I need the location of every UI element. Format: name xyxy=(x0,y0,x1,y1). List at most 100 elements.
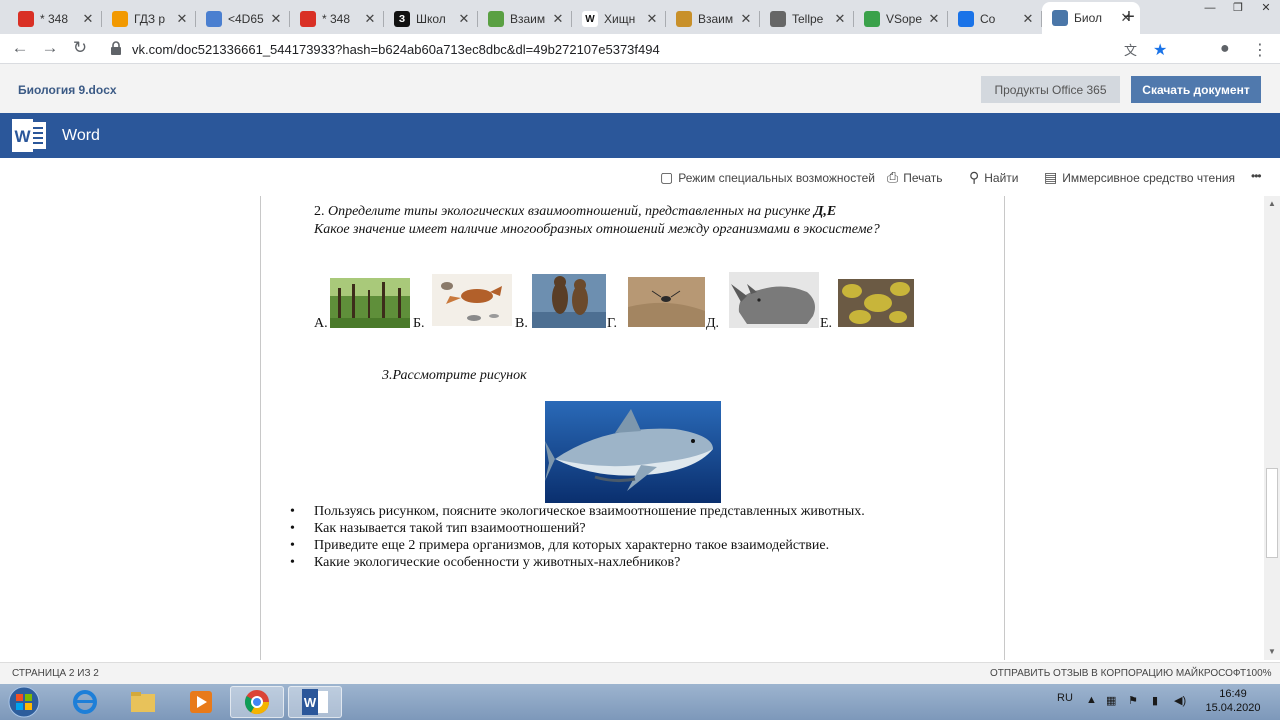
image-label-d: Д. xyxy=(706,316,720,331)
tab-favicon-icon: W xyxy=(582,11,598,27)
tab-title: * 348 xyxy=(322,12,351,26)
forward-arrow-icon[interactable]: → xyxy=(40,38,60,58)
volume-icon[interactable]: ◀) xyxy=(1174,694,1186,707)
tab-close-icon[interactable]: ✕ xyxy=(80,11,96,27)
file-explorer-taskbar-icon[interactable] xyxy=(116,686,170,718)
fox-and-birds-image xyxy=(432,274,512,326)
tab-close-icon[interactable]: ✕ xyxy=(1020,11,1036,27)
profile-icon[interactable]: ● xyxy=(1220,40,1230,58)
window-controls: — ❐ ✕ xyxy=(1196,0,1280,18)
tab-close-icon[interactable]: ✕ xyxy=(550,11,566,27)
browser-tab[interactable]: Взаим ✕ xyxy=(478,4,572,34)
back-arrow-icon[interactable]: ← xyxy=(10,38,30,58)
tab-favicon-icon xyxy=(676,11,692,27)
tab-title: <4D65 xyxy=(228,12,264,26)
svg-text:W: W xyxy=(14,127,31,146)
browser-toolbar: ← → ↻ vk.com/doc521336661_544173933?hash… xyxy=(0,34,1280,64)
tab-close-icon[interactable]: ✕ xyxy=(738,11,754,27)
browser-tab[interactable]: Tellpe ✕ xyxy=(760,4,854,34)
print-button[interactable]: ⎙ Печать xyxy=(887,169,943,186)
media-player-taskbar-icon[interactable] xyxy=(174,686,228,718)
shark-image xyxy=(545,401,721,503)
translate-icon[interactable]: 文 xyxy=(1124,40,1137,59)
internet-explorer-taskbar-icon[interactable] xyxy=(58,686,112,718)
tab-close-icon[interactable]: ✕ xyxy=(926,11,942,27)
browser-tab-strip: * 348 ✕ ГДЗ р ✕ <4D65 ✕ * 348 ✕ З Школ ✕ Взаим ✕ W Хищ… xyxy=(0,0,1280,34)
bears-image xyxy=(532,274,606,328)
word-app-bar: W Word xyxy=(0,113,1280,158)
accessibility-mode-button[interactable]: ▢ Режим специальных возможностей xyxy=(660,169,875,186)
forest-image xyxy=(330,278,410,328)
bullet-item: Приведите еще 2 примера организмов, для … xyxy=(290,538,865,555)
tab-close-icon[interactable]: ✕ xyxy=(644,11,660,27)
page-indicator: СТРАНИЦА 2 ИЗ 2 xyxy=(12,668,99,679)
browser-tab[interactable]: <4D65 ✕ xyxy=(196,4,290,34)
signal-icon[interactable]: ▮ xyxy=(1152,694,1158,707)
browser-tab[interactable]: VSope ✕ xyxy=(854,4,948,34)
tab-close-icon[interactable]: ✕ xyxy=(174,11,190,27)
more-options-button[interactable]: ••• xyxy=(1251,169,1262,183)
scroll-up-icon[interactable]: ▲ xyxy=(1266,198,1278,210)
scroll-thumb[interactable] xyxy=(1266,468,1278,558)
system-clock[interactable]: 16:49 15.04.2020 xyxy=(1196,687,1270,715)
flag-icon[interactable]: ⚑ xyxy=(1128,694,1138,707)
address-bar[interactable]: vk.com/doc521336661_544173933?hash=b624a… xyxy=(104,36,1154,62)
url-text: vk.com/doc521336661_544173933?hash=b624a… xyxy=(132,42,660,57)
browser-tab[interactable]: W Хищн ✕ xyxy=(572,4,666,34)
immersive-reader-button[interactable]: ▤ Иммерсивное средство чтения xyxy=(1044,169,1235,186)
menu-dots-icon[interactable]: ⋮ xyxy=(1252,40,1268,60)
tab-title: VSope xyxy=(886,12,923,26)
accessibility-icon: ▢ xyxy=(660,169,674,185)
browser-tab[interactable]: Co ✕ xyxy=(948,4,1042,34)
tab-favicon-icon xyxy=(1052,10,1068,26)
tab-favicon-icon: З xyxy=(394,11,410,27)
question-2-line-2: Какое значение имеет наличие многообразн… xyxy=(314,222,880,237)
zoom-level[interactable]: 100% xyxy=(1246,668,1272,679)
tab-favicon-icon xyxy=(864,11,880,27)
image-label-a: А. xyxy=(314,316,328,331)
windows-start-icon[interactable] xyxy=(4,685,44,719)
printer-icon: ⎙ xyxy=(887,169,899,185)
tab-close-icon[interactable]: ✕ xyxy=(456,11,472,27)
feedback-link[interactable]: ОТПРАВИТЬ ОТЗЫВ В КОРПОРАЦИЮ МАЙКРОСОФТ xyxy=(990,668,1246,679)
chrome-taskbar-icon[interactable] xyxy=(230,686,284,718)
show-hidden-icons-icon[interactable]: ▲ xyxy=(1086,694,1097,706)
office-products-button[interactable]: Продукты Office 365 xyxy=(981,76,1120,103)
document-name: Биология 9.docx xyxy=(18,83,117,97)
tab-title: Взаим xyxy=(510,12,546,26)
new-tab-button[interactable]: + xyxy=(1118,6,1140,29)
tab-close-icon[interactable]: ✕ xyxy=(832,11,848,27)
find-button[interactable]: ⚲ Найти xyxy=(969,169,1019,186)
network-status-icon[interactable]: ▦ xyxy=(1106,694,1116,707)
word-logo-icon: W xyxy=(12,119,46,152)
tab-title: ГДЗ р xyxy=(134,12,166,26)
tab-title: Хищн xyxy=(604,12,636,26)
app-title: Word xyxy=(62,127,100,144)
tab-close-icon[interactable]: ✕ xyxy=(268,11,284,27)
reload-icon[interactable]: ↻ xyxy=(70,38,90,58)
browser-tab[interactable]: ГДЗ р ✕ xyxy=(102,4,196,34)
tab-favicon-icon xyxy=(488,11,504,27)
search-icon: ⚲ xyxy=(969,169,980,185)
close-window-icon[interactable]: ✕ xyxy=(1252,0,1280,18)
image-label-b: Б. xyxy=(413,316,425,331)
bookmark-star-icon[interactable]: ★ xyxy=(1153,40,1167,60)
browser-tab[interactable]: * 348 ✕ xyxy=(290,4,384,34)
word-taskbar-icon[interactable]: W xyxy=(288,686,342,718)
image-label-e: Е. xyxy=(820,316,833,331)
tab-close-icon[interactable]: ✕ xyxy=(362,11,378,27)
download-document-button[interactable]: Скачать документ xyxy=(1131,76,1261,103)
scroll-down-icon[interactable]: ▼ xyxy=(1266,646,1278,658)
vertical-scrollbar[interactable]: ▲ ▼ xyxy=(1264,196,1280,660)
restore-icon[interactable]: ❐ xyxy=(1224,0,1252,18)
browser-tab[interactable]: З Школ ✕ xyxy=(384,4,478,34)
browser-tab[interactable]: Взаим ✕ xyxy=(666,4,760,34)
document-canvas: 2. Определите типы экологических взаимоо… xyxy=(0,196,1264,660)
language-indicator[interactable]: RU xyxy=(1057,692,1073,704)
minimize-icon[interactable]: — xyxy=(1196,0,1224,18)
tab-title: Школ xyxy=(416,12,446,26)
browser-tab[interactable]: * 348 ✕ xyxy=(8,4,102,34)
question-3-title: 3.Рассмотрите рисунок xyxy=(382,368,527,383)
command-bar: ▢ Режим специальных возможностей ⎙ Печат… xyxy=(0,158,1280,196)
status-bar: СТРАНИЦА 2 ИЗ 2 ОТПРАВИТЬ ОТЗЫВ В КОРПОР… xyxy=(0,662,1280,684)
